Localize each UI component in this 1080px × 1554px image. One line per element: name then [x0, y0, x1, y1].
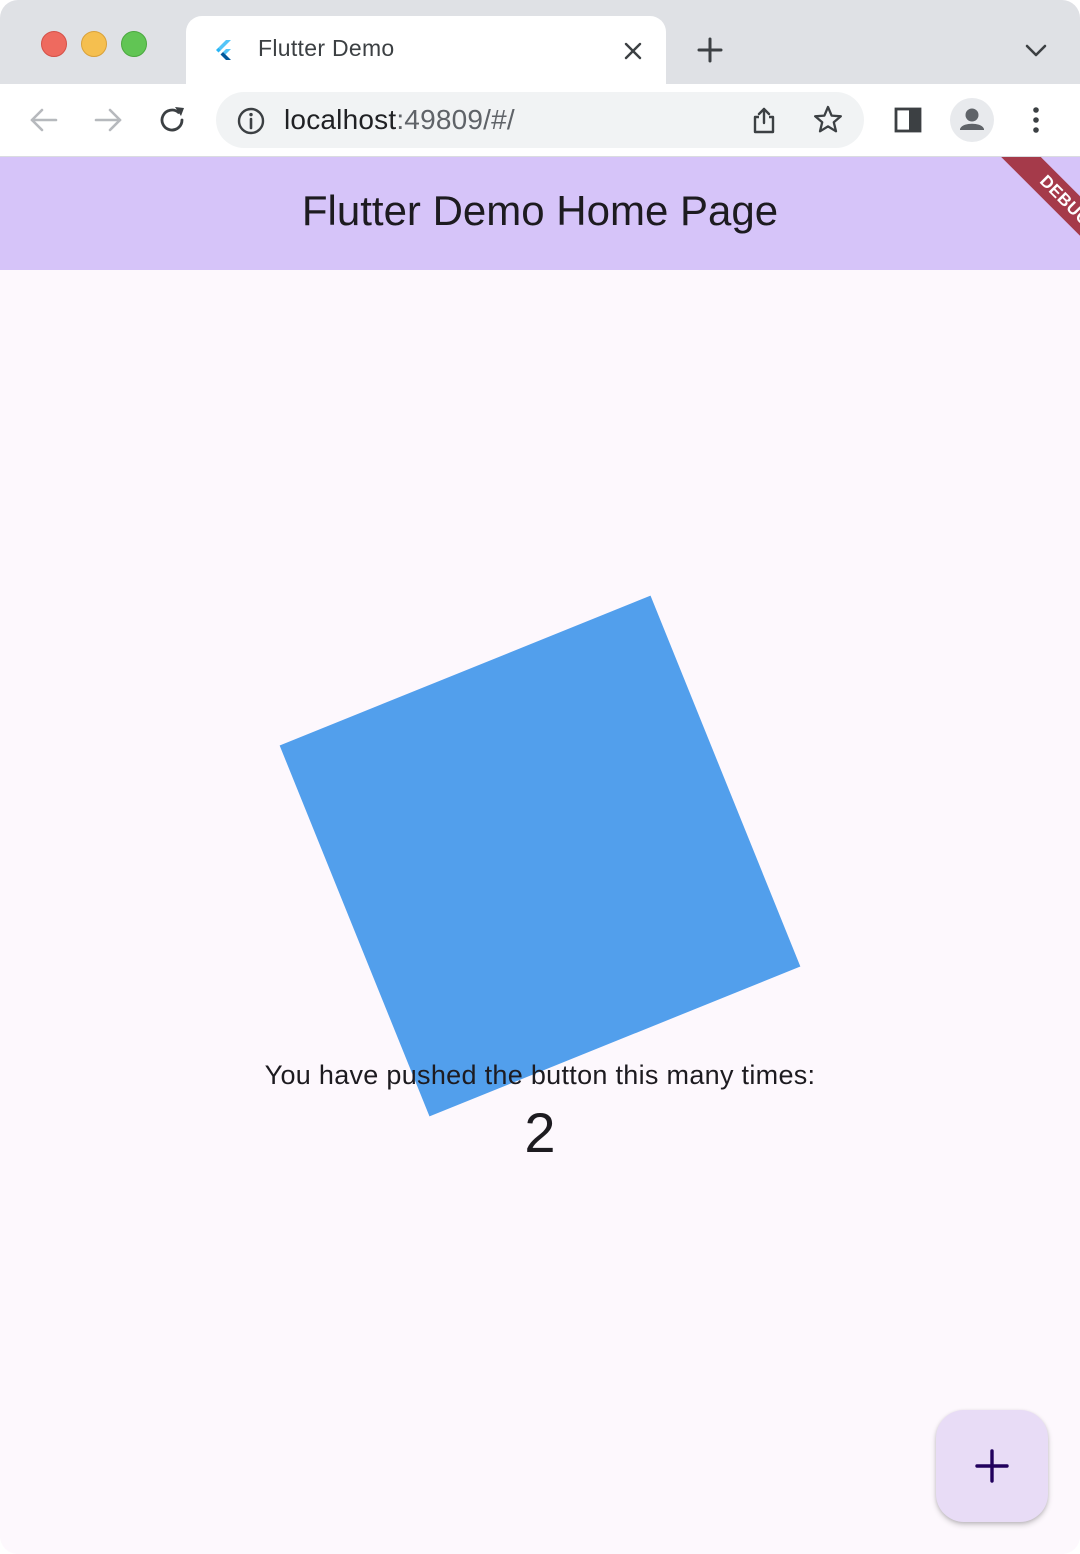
kebab-menu-icon[interactable] [1020, 104, 1052, 136]
reload-icon[interactable] [156, 104, 188, 136]
minimize-window-button[interactable] [81, 31, 107, 57]
profile-icon[interactable] [948, 96, 996, 144]
close-icon[interactable] [620, 38, 646, 64]
arrow-right-icon[interactable] [92, 104, 124, 136]
url-host: localhost [284, 104, 397, 135]
increment-button[interactable] [936, 1410, 1048, 1522]
info-icon[interactable] [236, 106, 266, 136]
url-path: :49809/#/ [396, 104, 515, 135]
page-title: Flutter Demo Home Page [301, 187, 779, 234]
close-window-button[interactable] [41, 31, 67, 57]
browser-window: Flutter Demo localhost:49809/#/ Flutter … [0, 0, 1080, 1554]
plus-icon[interactable] [694, 34, 726, 66]
tab-strip: Flutter Demo [0, 0, 1080, 84]
browser-toolbar: localhost:49809/#/ [0, 84, 1080, 157]
address-bar[interactable]: localhost:49809/#/ [216, 92, 864, 148]
share-icon[interactable] [748, 104, 780, 136]
zoom-window-button[interactable] [121, 31, 147, 57]
browser-tab[interactable]: Flutter Demo [186, 16, 666, 84]
url-text[interactable]: localhost:49809/#/ [284, 104, 515, 136]
chevron-down-icon[interactable] [1022, 38, 1050, 62]
star-icon[interactable] [812, 104, 844, 136]
flutter-logo-icon [216, 40, 231, 60]
arrow-left-icon[interactable] [28, 104, 60, 136]
counter-value: 2 [524, 1101, 556, 1164]
app-bar: Flutter Demo Home Page [0, 157, 1080, 270]
tab-title: Flutter Demo [258, 35, 395, 61]
side-panel-icon[interactable] [892, 104, 924, 136]
plus-icon [975, 1449, 1009, 1483]
counter-label: You have pushed the button this many tim… [264, 1060, 816, 1090]
